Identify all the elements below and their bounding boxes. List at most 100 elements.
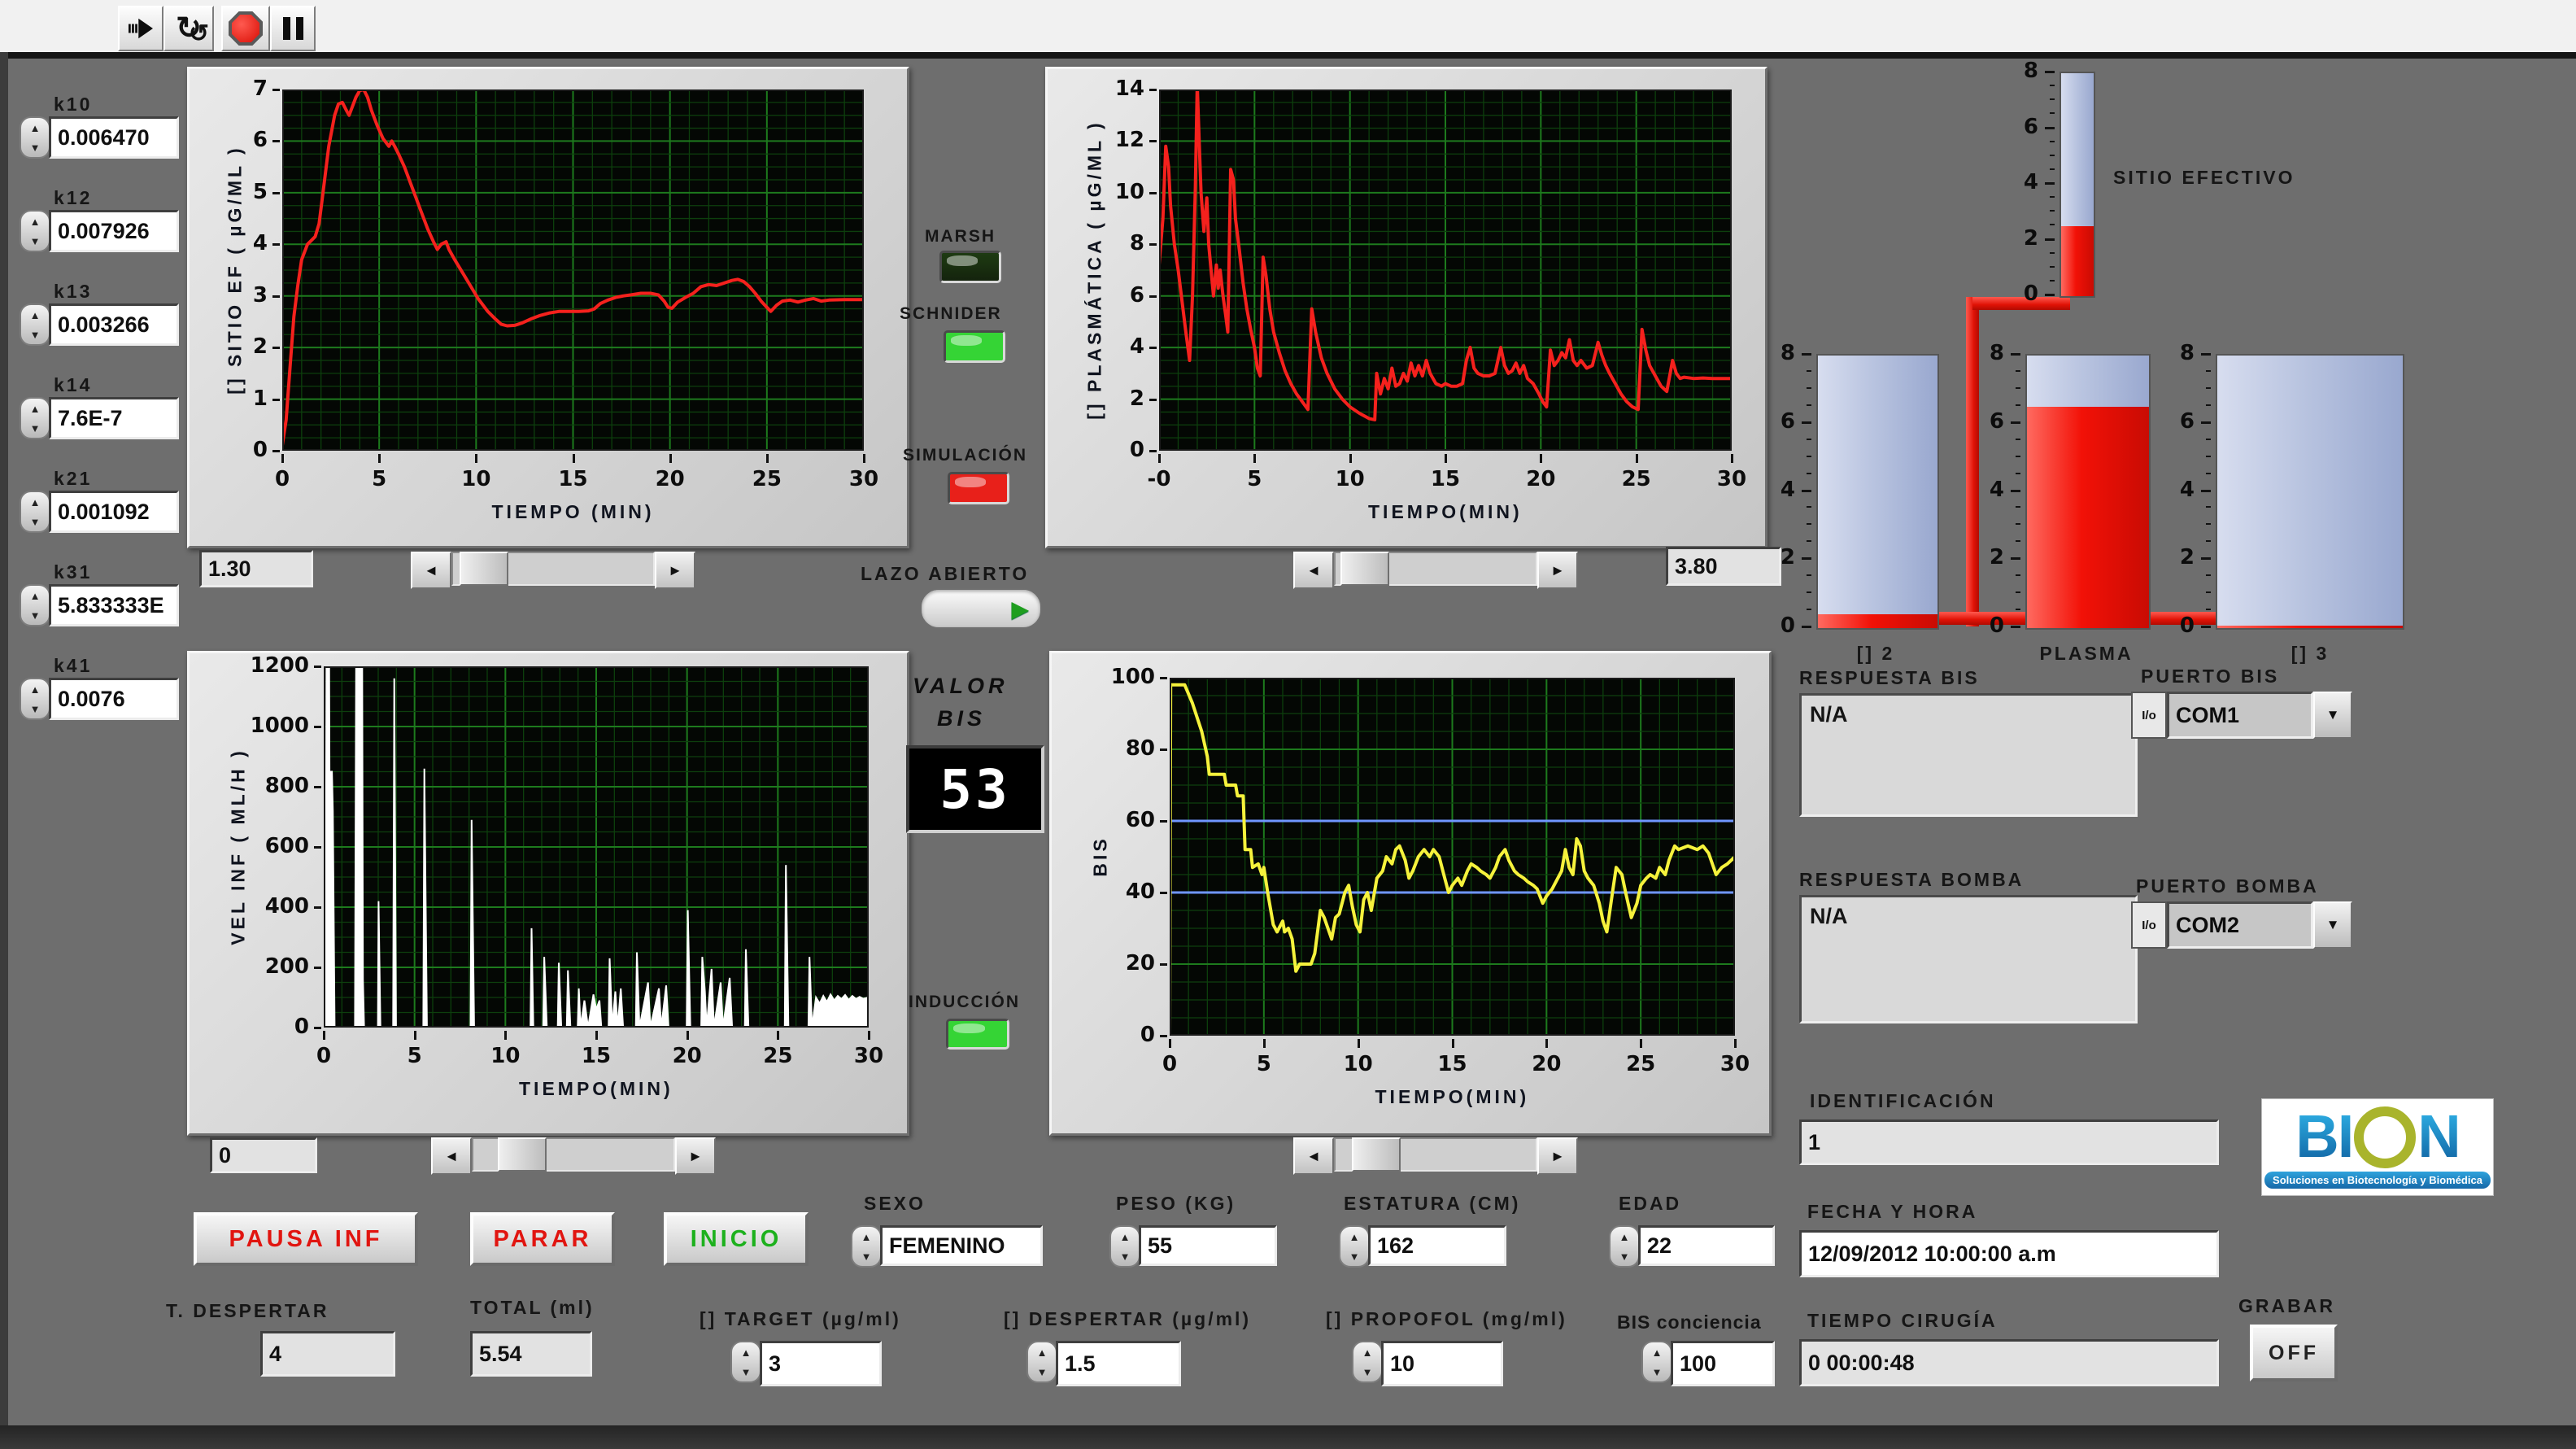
toolbar: ↻↺ (0, 0, 2576, 59)
propofol-field[interactable]: 10 (1381, 1341, 1503, 1386)
lazo-abierto-switch[interactable]: ▶ (920, 588, 1042, 629)
tick-label: 0 (1095, 1023, 1155, 1047)
scroll-right-icon[interactable]: ► (1537, 552, 1578, 589)
tick-label: 30 (1702, 1052, 1767, 1076)
bis-scrollbar[interactable]: ◄ ► (1293, 1137, 1578, 1172)
edad-spinner[interactable]: ▲▼ (1609, 1225, 1640, 1268)
tick-label (378, 454, 381, 463)
sitio-ef-axis-min[interactable]: 1.30 (199, 550, 313, 587)
tick-label: [] PLASMÁTICA ( µG/ML ) (1084, 120, 1106, 419)
dropdown-icon[interactable]: ▼ (2313, 692, 2352, 739)
tick-label: 5 (382, 1044, 447, 1068)
target-field[interactable]: 3 (760, 1341, 882, 1386)
tank-minor-tick (2050, 224, 2055, 225)
k21-field[interactable]: 0.001092 (49, 491, 179, 533)
scroll-left-icon[interactable]: ◄ (1293, 552, 1334, 589)
identificacion-field[interactable]: 1 (1799, 1119, 2219, 1165)
respuesta-bomba-field[interactable]: N/A (1799, 895, 2138, 1023)
k31-field[interactable]: 5.833333E (49, 584, 179, 626)
tick-label: VEL INF ( ML/H ) (228, 748, 250, 945)
peso-field[interactable]: 55 (1139, 1225, 1277, 1266)
k13-field[interactable]: 0.003266 (49, 303, 179, 346)
k12-spinner[interactable]: ▲▼ (20, 210, 50, 252)
tank-minor-tick (2016, 404, 2020, 406)
scroll-right-icon[interactable]: ► (675, 1137, 716, 1175)
k14-field[interactable]: 7.6E-7 (49, 397, 179, 439)
sexo-spinner[interactable]: ▲▼ (851, 1225, 882, 1268)
tank-minor-tick (2206, 506, 2211, 508)
k13-spinner[interactable]: ▲▼ (20, 303, 50, 346)
tick-label: 20 (655, 1044, 720, 1068)
tank-minor-tick (2050, 155, 2055, 156)
inicio-button[interactable]: INICIO (664, 1212, 809, 1266)
k12-field[interactable]: 0.007926 (49, 210, 179, 252)
estatura-field[interactable]: 162 (1368, 1225, 1506, 1266)
peso-spinner[interactable]: ▲▼ (1109, 1225, 1140, 1268)
k10-field[interactable]: 0.006470 (49, 116, 179, 159)
respuesta-bis-label: RESPUESTA BIS (1799, 667, 1980, 689)
k31-spinner[interactable]: ▲▼ (20, 584, 50, 626)
estatura-label: ESTATURA (CM) (1344, 1193, 1520, 1215)
vel-inf-axis-min[interactable]: 0 (210, 1137, 317, 1173)
pause-icon[interactable] (270, 6, 316, 51)
scroll-left-icon[interactable]: ◄ (411, 552, 451, 589)
scroll-left-icon[interactable]: ◄ (431, 1137, 472, 1175)
pausa-inf-button[interactable]: PAUSA INF (194, 1212, 418, 1266)
grabar-button[interactable]: OFF (2250, 1325, 2338, 1381)
tick-label: 5 (1222, 467, 1287, 491)
puerto-bomba-value[interactable]: COM2 (2167, 901, 2313, 949)
tick-label: 30 (1699, 467, 1764, 491)
tank-minor-tick (2206, 609, 2211, 610)
scroll-right-icon[interactable]: ► (655, 552, 695, 589)
run-continuous-icon[interactable]: ↻↺ (163, 6, 214, 51)
sexo-field[interactable]: FEMENINO (880, 1225, 1043, 1266)
tank-minor-tick (2050, 252, 2055, 254)
despertar-field[interactable]: 1.5 (1056, 1341, 1181, 1386)
run-icon[interactable] (118, 6, 163, 51)
propofol-label: [] PROPOFOL (mg/ml) (1326, 1308, 1567, 1330)
respuesta-bis-field[interactable]: N/A (1799, 693, 2138, 817)
k21-spinner[interactable]: ▲▼ (20, 491, 50, 533)
t-despertar-field[interactable]: 4 (260, 1331, 395, 1377)
simulacion-led[interactable] (948, 472, 1009, 504)
tank-minor-tick (2206, 456, 2211, 457)
schnider-led[interactable] (944, 330, 1005, 363)
parar-button[interactable]: PARAR (470, 1212, 615, 1266)
puerto-bis-value[interactable]: COM1 (2167, 692, 2313, 739)
tank-minor-tick (2016, 506, 2020, 508)
tiempo-cirugia-field[interactable]: 0 00:00:48 (1799, 1339, 2219, 1386)
dropdown-icon[interactable]: ▼ (2313, 901, 2352, 949)
k14-spinner[interactable]: ▲▼ (20, 397, 50, 439)
tank-tick-label: 8 (1972, 341, 2004, 365)
plasmatica-scrollbar[interactable]: ◄ ► (1293, 552, 1578, 586)
scroll-left-icon[interactable]: ◄ (1293, 1137, 1334, 1175)
sitio-ef-scrollbar[interactable]: ◄ ► (411, 552, 695, 586)
bis-conciencia-field[interactable]: 100 (1671, 1341, 1775, 1386)
puerto-bomba-combo[interactable]: I/o COM2 ▼ (2131, 901, 2352, 949)
tank-minor-tick (1807, 626, 1811, 627)
estatura-spinner[interactable]: ▲▼ (1339, 1225, 1370, 1268)
k10-spinner[interactable]: ▲▼ (20, 116, 50, 159)
k41-spinner[interactable]: ▲▼ (20, 678, 50, 720)
propofol-spinner[interactable]: ▲▼ (1352, 1341, 1383, 1383)
tank-minor-tick (1807, 404, 1811, 406)
vel-inf-scrollbar[interactable]: ◄ ► (431, 1137, 716, 1172)
bis-conciencia-spinner[interactable]: ▲▼ (1641, 1341, 1672, 1383)
tank-minor-tick (1807, 506, 1811, 508)
despertar-spinner[interactable]: ▲▼ (1026, 1341, 1057, 1383)
total-field[interactable]: 5.54 (470, 1331, 592, 1377)
abort-icon[interactable] (221, 6, 270, 51)
tick-label: 5 (347, 467, 412, 491)
puerto-bis-combo[interactable]: I/o COM1 ▼ (2131, 692, 2352, 739)
induccion-led[interactable] (946, 1019, 1009, 1050)
target-spinner[interactable]: ▲▼ (730, 1341, 761, 1383)
tank-minor-tick (2050, 85, 2055, 86)
tick-label (1452, 1039, 1454, 1048)
switch-arrow-icon: ▶ (1011, 596, 1029, 622)
tank-minor-tick (1807, 591, 1811, 593)
k41-field[interactable]: 0.0076 (49, 678, 179, 720)
edad-field[interactable]: 22 (1638, 1225, 1775, 1266)
scroll-right-icon[interactable]: ► (1537, 1137, 1578, 1175)
marsh-led[interactable] (939, 251, 1001, 283)
fecha-hora-field[interactable]: 12/09/2012 10:00:00 a.m (1799, 1230, 2219, 1277)
